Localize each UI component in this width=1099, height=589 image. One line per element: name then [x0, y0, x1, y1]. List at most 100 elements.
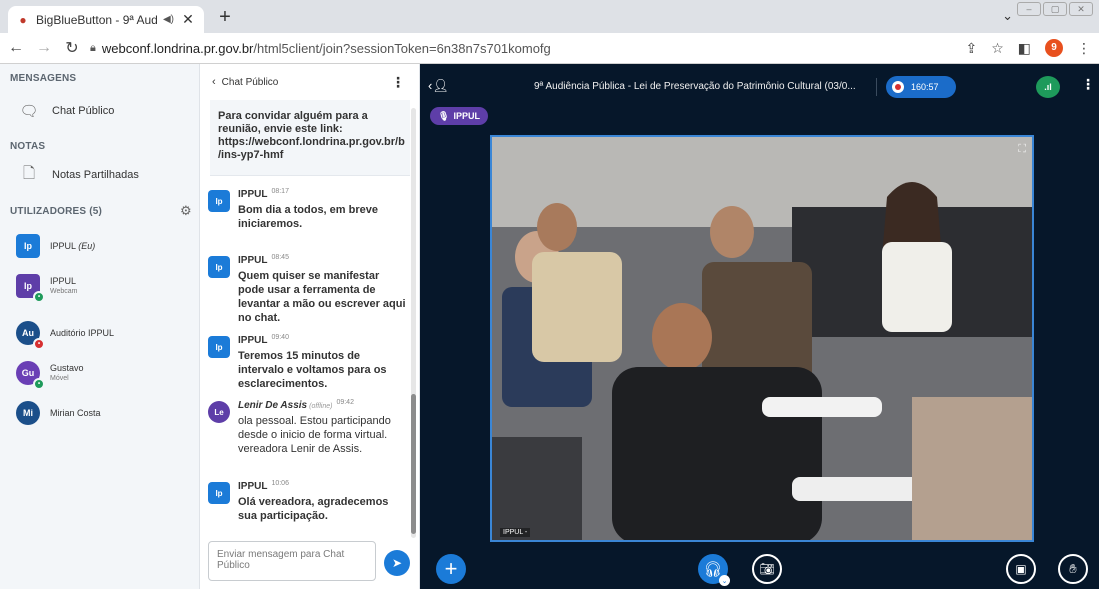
send-message-button[interactable]: ➤ [384, 550, 410, 576]
bookmark-star-icon[interactable]: ☆ [991, 40, 1004, 57]
audio-headphones-button[interactable]: 🎧︎ ⌄ [698, 554, 730, 586]
side-panel-icon[interactable]: ◧ [1018, 40, 1031, 57]
actions-plus-button[interactable]: + [436, 554, 466, 584]
close-window-icon[interactable]: ✕ [1069, 2, 1093, 16]
options-menu-icon[interactable]: ⋮ [1081, 76, 1095, 93]
chat-message: Ip IPPUL 10:06 Olá vereadora, agradecemos s… [208, 480, 408, 523]
avatar-initials: Ip [215, 488, 223, 498]
tab-search-chevron-icon[interactable]: ⌄ [1002, 8, 1013, 24]
avatar-initials: Ip [215, 262, 223, 272]
headphones-icon: 🎧︎ [703, 561, 723, 578]
webcam-scene [492, 137, 1032, 540]
meeting-title: 9ª Audiência Pública - Lei de Preservaçã… [534, 81, 856, 92]
forward-arrow-icon[interactable]: → [32, 39, 56, 57]
avatar: Gu • [16, 361, 45, 390]
profile-avatar[interactable]: 9 [1045, 39, 1063, 57]
address-bar: ← → ↻ 🔒︎ webconf.londrina.pr.gov.br/html… [0, 33, 1099, 64]
back-arrow-icon[interactable]: ← [4, 39, 28, 57]
user-item[interactable]: Ip IPPUL (Eu) [16, 234, 95, 258]
public-chat-item[interactable]: 🗨︎ Chat Público [19, 102, 114, 120]
message-text: Quem quiser se manifestar pode usar a fe… [238, 270, 406, 324]
chat-panel: ‹ Chat Público ⋮ Para convidar alguém pa… [200, 64, 420, 589]
chat-message: Ip IPPUL 08:17 Bom dia a todos, em breve in… [208, 188, 408, 231]
raise-hand-button[interactable]: ✋︎ [1058, 554, 1088, 584]
user-item[interactable]: Mi Mirian Costa [16, 401, 101, 425]
lock-icon[interactable]: 🔒︎ [90, 42, 96, 55]
chat-message: Ip IPPUL 08:45 Quem quiser se manifestar po… [208, 254, 408, 325]
message-text: ola pessoal. Estou participando desde o … [238, 415, 391, 455]
chat-message-input[interactable]: Enviar mensagem para Chat Público [208, 541, 376, 581]
message-time: 08:17 [271, 188, 289, 195]
share-webcam-button[interactable]: 📷︎ [752, 554, 782, 584]
window-controls: – ▢ ✕ [1017, 2, 1093, 16]
tab-close-icon[interactable]: ✕ [180, 11, 196, 28]
avatar-initials: Le [214, 407, 224, 417]
user-name: Gustavo [50, 363, 84, 373]
minimize-icon[interactable]: – [1017, 2, 1041, 16]
tab-title: BigBlueButton - 9ª Audiência [36, 12, 157, 27]
webcam-video[interactable]: ⛶ IPPUL - [490, 135, 1034, 542]
avatar: Ip [16, 234, 40, 258]
shared-notes-item[interactable]: 🗋︎ Notas Partilhadas [20, 164, 139, 184]
user-item[interactable]: Ip • IPPUL Webcam [16, 274, 78, 303]
chevron-left-icon[interactable]: ‹ [212, 76, 216, 88]
avatar: Ip [208, 336, 230, 358]
talking-indicator[interactable]: 🎙︎ IPPUL [430, 107, 488, 125]
microphone-icon: 🎙︎ [438, 110, 450, 121]
chat-bubble-icon: 🗨︎ [19, 103, 39, 120]
chat-scrollbar-thumb[interactable] [411, 394, 416, 534]
user-list-panel: MENSAGENS 🗨︎ Chat Público NOTAS 🗋︎ Notas… [0, 64, 200, 589]
shared-notes-label: Notas Partilhadas [52, 169, 139, 181]
messages-section-title: MENSAGENS [10, 73, 77, 84]
notes-section-title: NOTAS [10, 141, 46, 152]
avatar-initials: Au [22, 328, 34, 338]
plus-icon: + [444, 556, 458, 581]
hand-icon: ✋︎ [1069, 561, 1077, 576]
chat-options-icon[interactable]: ⋮ [391, 74, 405, 91]
presentation-off-icon: ▣ [1015, 562, 1027, 576]
status-badge-icon: • [33, 338, 45, 350]
browser-tab[interactable]: ● BigBlueButton - 9ª Audiência ◀) ✕ [8, 6, 204, 33]
user-item[interactable]: Gu • Gustavo Móvel [16, 361, 84, 390]
user-item[interactable]: Au • Auditório IPPUL [16, 321, 115, 350]
new-tab-button[interactable]: + [214, 6, 236, 28]
message-time: 10:06 [271, 480, 289, 487]
speaker-icon[interactable]: ◀) [163, 14, 174, 25]
connection-status-icon[interactable]: .ıl [1036, 76, 1060, 98]
user-name: Auditório IPPUL [50, 327, 115, 338]
user-suffix: (Eu) [78, 240, 96, 251]
reload-icon[interactable]: ↻ [60, 38, 84, 58]
message-author: IPPUL [238, 335, 268, 346]
presentation-button[interactable]: ▣ [1006, 554, 1036, 584]
user-name: IPPUL [50, 276, 77, 286]
toggle-user-list-icon[interactable]: ‹👤︎ [428, 78, 449, 94]
browser-menu-icon[interactable]: ⋮ [1077, 40, 1091, 57]
user-name: IPPUL [50, 240, 76, 251]
audio-settings-chevron-icon[interactable]: ⌄ [719, 575, 730, 586]
message-author: IPPUL [238, 189, 268, 200]
browser-toolbar-right: ⇪ ☆ ◧ 9 ⋮ [965, 39, 1091, 57]
message-time: 09:40 [271, 334, 289, 341]
avatar: Ip • [16, 274, 45, 303]
user-status: Webcam [50, 288, 78, 295]
message-time: 08:45 [271, 254, 289, 261]
chat-header[interactable]: ‹ Chat Público [200, 64, 420, 100]
status-badge-icon: • [33, 378, 45, 390]
video-user-label: IPPUL - [500, 528, 531, 537]
avatar: Au • [16, 321, 45, 350]
avatar-initials: Ip [215, 196, 223, 206]
talking-user: IPPUL [453, 111, 480, 121]
header-divider [876, 78, 877, 96]
message-author: Lenir De Assis [238, 400, 308, 411]
share-icon[interactable]: ⇪ [965, 40, 977, 57]
notes-icon: 🗋︎ [22, 164, 36, 182]
avatar-initials: Ip [24, 281, 32, 291]
user-status: Móvel [50, 375, 69, 382]
fullscreen-icon[interactable]: ⛶ [1018, 143, 1026, 156]
avatar-initials: Ip [24, 241, 32, 251]
bbb-app: MENSAGENS 🗨︎ Chat Público NOTAS 🗋︎ Notas… [0, 64, 1099, 589]
gear-icon[interactable]: ⚙ [180, 203, 192, 219]
url-field[interactable]: 🔒︎ webconf.londrina.pr.gov.br/html5clien… [90, 37, 990, 59]
recording-indicator[interactable]: 160:57 [886, 76, 956, 98]
maximize-icon[interactable]: ▢ [1043, 2, 1067, 16]
